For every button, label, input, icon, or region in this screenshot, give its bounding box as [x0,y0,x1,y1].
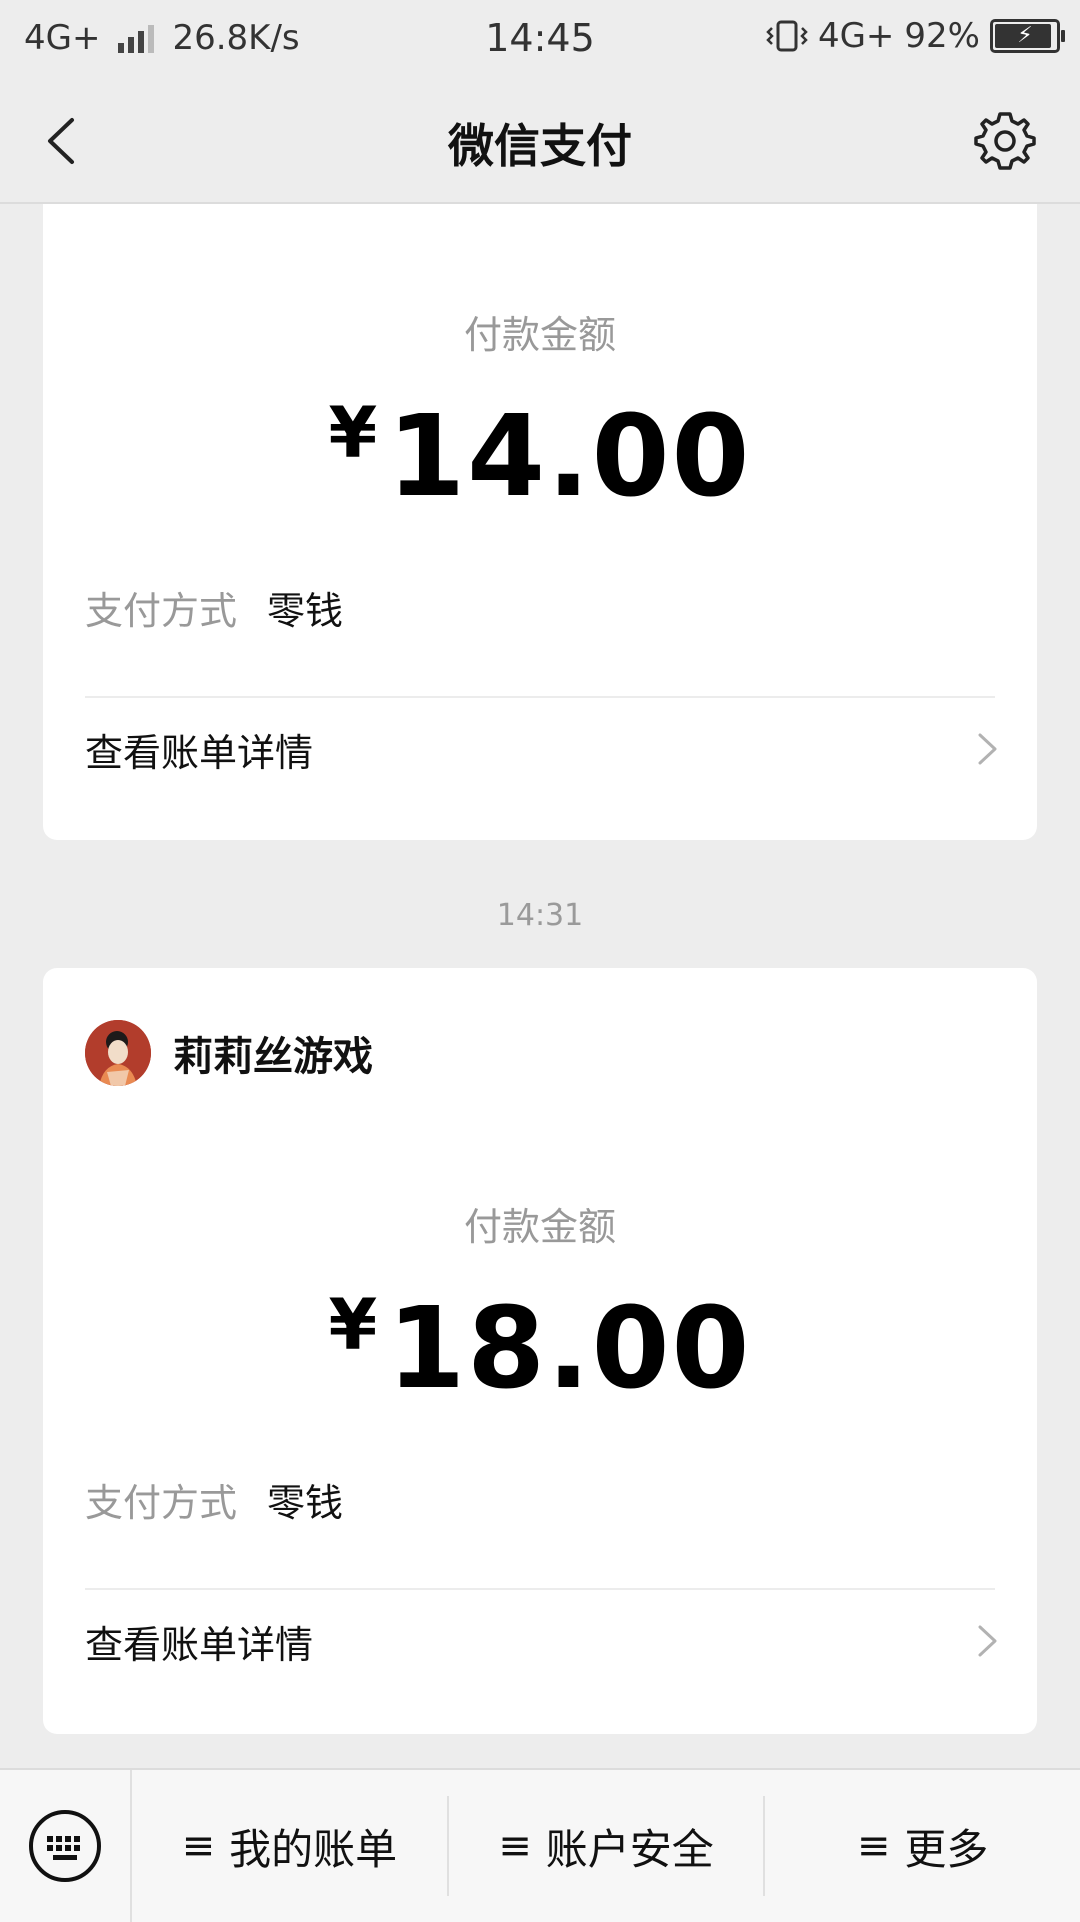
keyboard-icon [29,1810,101,1882]
menu-label: 账户安全 [545,1824,714,1874]
pay-method-value: 零钱 [267,1481,344,1525]
merchant-row[interactable]: 莉莉丝游戏 [85,1020,373,1086]
payment-amount: ¥14.00 [43,398,1037,513]
settings-button[interactable] [970,106,1040,176]
merchant-name: 莉莉丝游戏 [173,1034,373,1080]
view-bill-details[interactable]: 查看账单详情 [85,1596,1001,1686]
amount-value: 18.00 [387,1284,752,1414]
keyboard-toggle-button[interactable] [0,1770,132,1922]
battery-percent: 92% [904,16,980,56]
payment-card: 莉莉丝游戏 付款金额 ¥18.00 支付方式 零钱 查看账单详情 [43,968,1037,1734]
menu-list-icon: ≡ [856,1823,891,1869]
amount-label: 付款金额 [463,1205,616,1249]
amount-label: 付款金额 [463,313,616,357]
battery-icon: ⚡ [990,19,1065,53]
network-type-right: 4G+ [817,16,895,56]
divider [85,1588,995,1590]
pay-method-row: 支付方式 零钱 [85,1472,343,1527]
currency-symbol: ¥ [328,1284,378,1366]
bottom-menu-bar: ≡ 我的账单 ≡ 账户安全 ≡ 更多 [0,1768,1080,1922]
view-bill-details-label: 查看账单详情 [85,1622,314,1667]
pay-method-label: 支付方式 [85,1481,238,1525]
view-bill-details-label: 查看账单详情 [85,730,314,775]
amount-value: 14.00 [387,392,752,522]
menu-more[interactable]: ≡ 更多 [765,1796,1080,1896]
status-bar: 4G+ 26.8K/s 14:45 4G+ 92% ⚡ [0,0,1080,76]
page-title: 微信支付 [448,119,632,173]
menu-list-icon: ≡ [498,1823,532,1869]
message-timestamp: 14:31 [496,898,584,933]
merchant-avatar [85,1020,151,1086]
currency-symbol: ¥ [328,392,378,474]
avatar-image [85,1020,151,1086]
pay-method-value: 零钱 [267,589,344,633]
menu-account-security[interactable]: ≡ 账户安全 [449,1796,766,1896]
nav-bar: 微信支付 [0,76,1080,204]
menu-my-bills[interactable]: ≡ 我的账单 [132,1796,449,1896]
menu-label: 更多 [904,1824,989,1874]
message-list[interactable]: 付款金额 ¥14.00 支付方式 零钱 查看账单详情 14:31 莉莉丝游戏 付… [0,204,1080,1768]
payment-amount: ¥18.00 [43,1290,1037,1405]
vibrate-icon [766,20,808,52]
pay-method-label: 支付方式 [85,589,238,633]
gear-icon [974,112,1036,170]
view-bill-details[interactable]: 查看账单详情 [85,704,1001,794]
payment-card: 付款金额 ¥14.00 支付方式 零钱 查看账单详情 [43,204,1037,840]
chevron-right-icon [978,1625,997,1657]
menu-list-icon: ≡ [181,1823,216,1869]
menu-label: 我的账单 [229,1824,398,1874]
status-right: 4G+ 92% ⚡ [766,16,1065,56]
pay-method-row: 支付方式 零钱 [85,580,343,635]
divider [85,696,995,698]
chevron-right-icon [978,733,997,765]
